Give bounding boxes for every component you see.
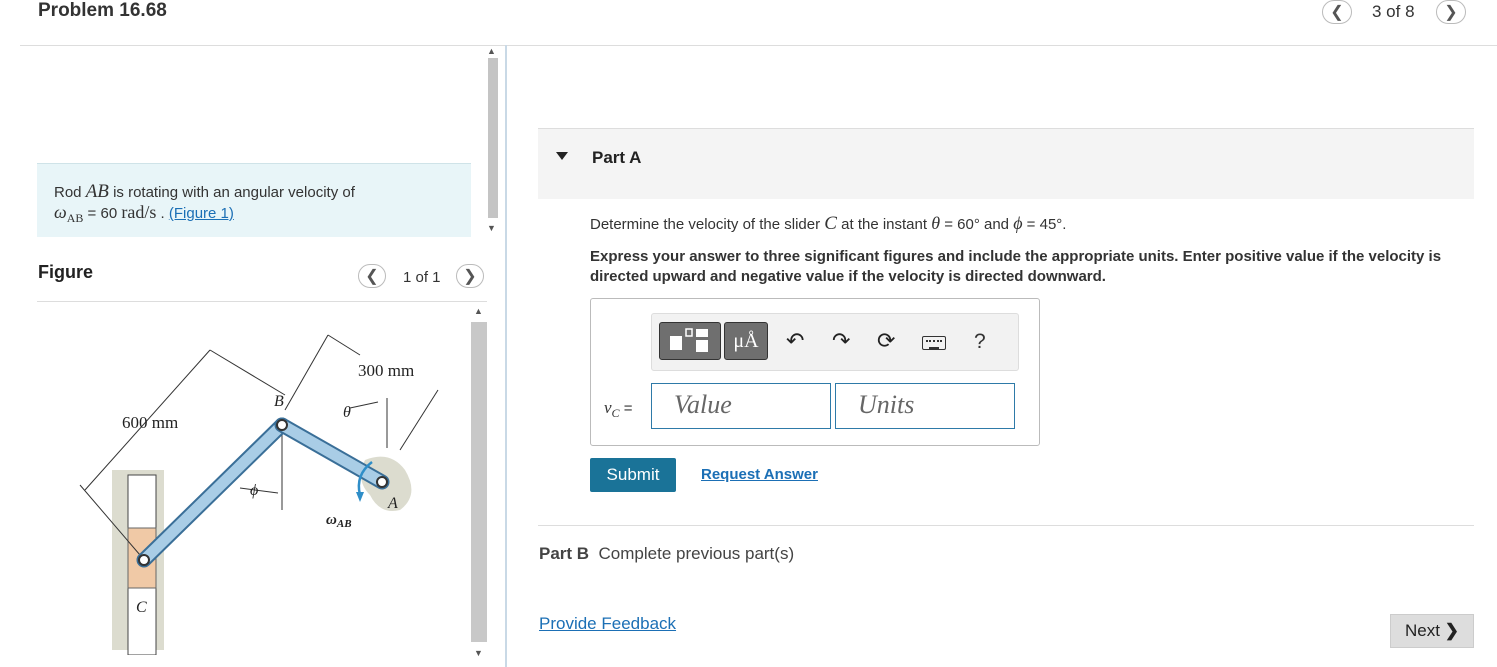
request-answer-link[interactable]: Request Answer	[701, 466, 818, 483]
part-b-row: Part B Complete previous part(s)	[539, 544, 794, 564]
intro-text: is rotating with an angular velocity of	[108, 184, 355, 201]
rod-ab	[276, 419, 388, 488]
dim-ext-line	[327, 334, 361, 356]
prev-problem-button[interactable]: ❮	[1322, 0, 1352, 24]
chevron-right-icon: ❯	[1444, 621, 1459, 640]
dim-line-300	[284, 334, 329, 411]
omega-value: = 60	[83, 205, 122, 222]
figure-divider	[37, 301, 487, 302]
dim-300-label: 300 mm	[358, 361, 414, 380]
question-text: Determine the velocity of the slider C a…	[590, 213, 1066, 235]
help-button[interactable]: ?	[974, 330, 986, 354]
omega-subscript: AB	[66, 211, 84, 225]
figure-scrollbar[interactable]	[471, 322, 487, 642]
keyboard-icon[interactable]	[922, 336, 946, 350]
chevron-right-icon: ❯	[463, 268, 477, 285]
separator: .	[156, 205, 169, 222]
scroll-up-icon[interactable]: ▲	[474, 306, 483, 316]
next-figure-button[interactable]: ❯	[456, 264, 484, 288]
units-button[interactable]: μÅ	[724, 322, 768, 360]
intro-scrollbar[interactable]	[488, 58, 498, 218]
point-c-label: C	[136, 599, 147, 616]
question-part: Determine the velocity of the slider	[590, 216, 825, 233]
phi-arrow	[239, 487, 279, 494]
figure-header: Figure	[38, 262, 94, 282]
omega-label: ωAB	[326, 512, 352, 530]
omega-unit: rad/s	[121, 202, 157, 222]
part-b-label: Part B	[539, 544, 590, 563]
next-problem-button[interactable]: ❯	[1436, 0, 1466, 24]
rod-bc	[138, 419, 288, 566]
theta-label: θ	[343, 404, 351, 421]
dim-ext-line	[399, 389, 439, 451]
var-subscript: C	[611, 406, 620, 420]
scroll-down-icon[interactable]: ▼	[474, 648, 483, 658]
chevron-left-icon: ❮	[1330, 4, 1344, 21]
point-b-label: B	[274, 393, 284, 410]
part-b-divider	[538, 525, 1474, 526]
part-a-label: Part A	[592, 148, 642, 167]
page-title: Problem 16.68	[38, 0, 167, 21]
var-symbol: v	[604, 398, 612, 417]
pin-c	[138, 554, 150, 566]
part-a-header[interactable]	[538, 128, 1474, 199]
figure-pager: 1 of 1	[403, 269, 441, 286]
problem-pager: 3 of 8	[1372, 2, 1415, 21]
mechanism-figure: 600 mm 300 mm B A C θ ϕ ωAB	[79, 334, 439, 655]
collapse-caret-icon[interactable]	[556, 152, 568, 160]
intro-line-1: Rod AB is rotating with an angular veloc…	[54, 181, 355, 203]
pin-a	[376, 476, 388, 488]
next-label: Next	[1405, 621, 1440, 640]
phi-value: = 45°.	[1022, 216, 1067, 233]
omega-symbol: ω	[54, 202, 67, 222]
omega-arrowhead	[356, 492, 364, 502]
prev-figure-button[interactable]: ❮	[358, 264, 386, 288]
redo-icon[interactable]: ↷	[832, 328, 850, 354]
intro-text: Rod	[54, 184, 86, 201]
dim-600-label: 600 mm	[122, 413, 178, 432]
instructions-text: Express your answer to three significant…	[590, 248, 1442, 285]
rod-variable: AB	[85, 181, 109, 202]
dim-ext-line	[209, 349, 286, 396]
point-a-label: A	[387, 495, 398, 512]
templates-button[interactable]	[659, 322, 721, 360]
phi-label: ϕ	[250, 482, 258, 499]
provide-feedback-link[interactable]: Provide Feedback	[539, 614, 676, 634]
theta-arrow	[349, 401, 379, 409]
submit-button[interactable]: Submit	[590, 458, 676, 492]
next-button[interactable]: Next ❯	[1390, 614, 1474, 648]
var-equals: =	[619, 400, 633, 417]
part-b-status: Complete previous part(s)	[598, 544, 795, 563]
slider-variable: C	[824, 213, 837, 234]
value-input[interactable]: Value	[651, 383, 831, 429]
header-divider	[20, 45, 1497, 46]
phi-symbol: ϕ	[1013, 213, 1023, 233]
reset-icon[interactable]: ⟳	[877, 328, 895, 354]
scroll-down-icon[interactable]: ▼	[487, 223, 496, 233]
pane-divider[interactable]	[505, 45, 507, 667]
theta-value: = 60° and	[940, 216, 1014, 233]
vc-label: vC =	[604, 398, 633, 421]
scroll-up-icon[interactable]: ▲	[487, 46, 496, 56]
figure-link[interactable]: (Figure 1)	[169, 205, 234, 222]
chevron-right-icon: ❯	[1444, 4, 1458, 21]
question-part: at the instant	[836, 216, 932, 233]
chevron-left-icon: ❮	[365, 268, 379, 285]
theta-symbol: θ	[931, 213, 941, 233]
units-input[interactable]: Units	[835, 383, 1015, 429]
templates-icon	[670, 328, 708, 352]
pin-b	[276, 419, 288, 431]
intro-line-2: ωAB = 60 rad/s . (Figure 1)	[54, 202, 234, 226]
undo-icon[interactable]: ↶	[786, 328, 804, 354]
